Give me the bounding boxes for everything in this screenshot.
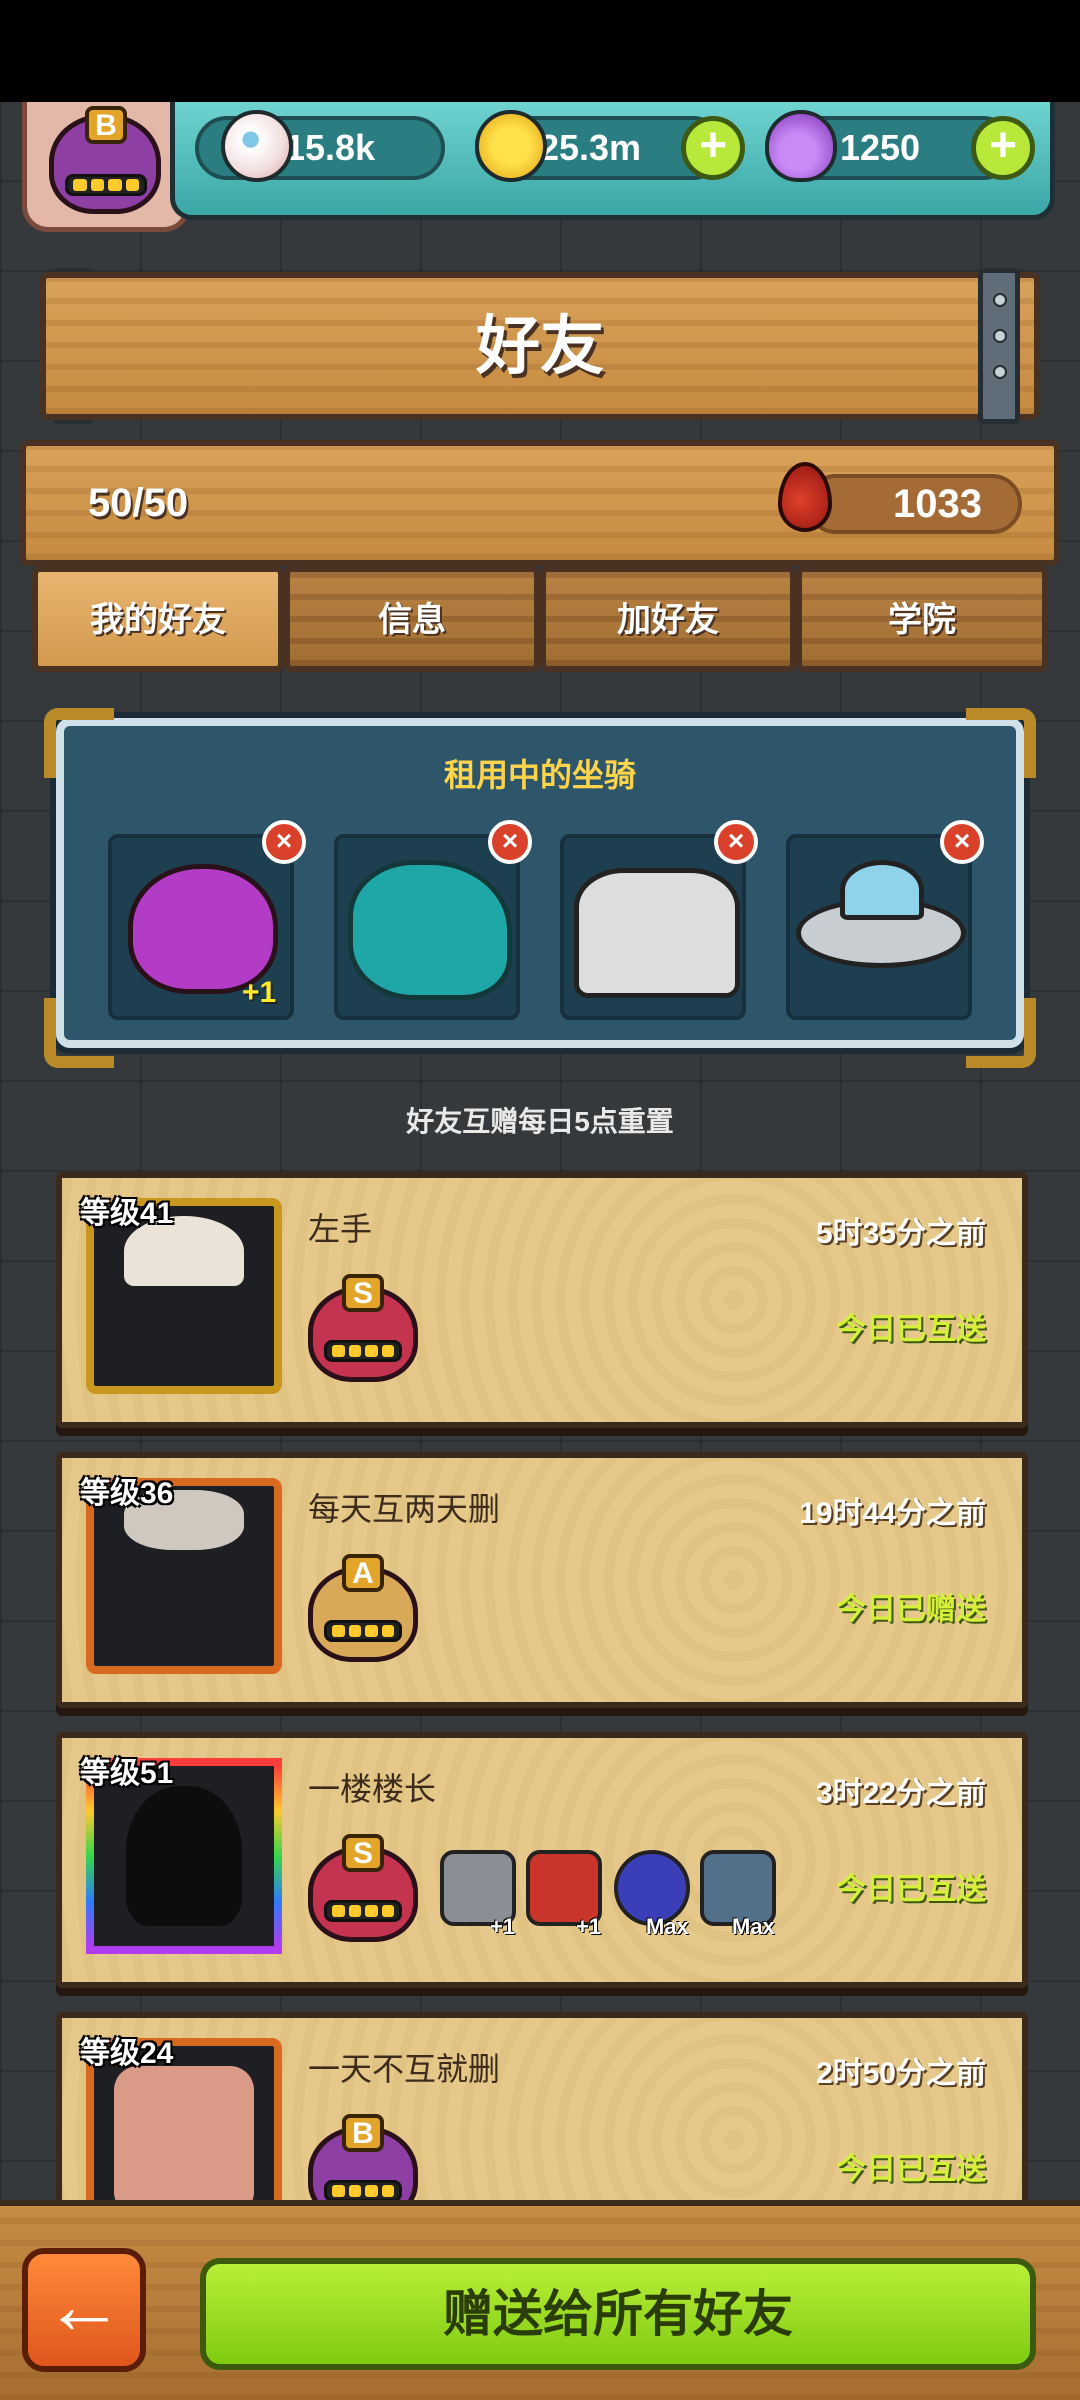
gift-status: 今日已互送	[836, 2153, 986, 2186]
tab-my-friends[interactable]: 我的好友	[32, 566, 284, 672]
remove-mount-2-button[interactable]: ×	[488, 820, 532, 864]
mount-slot-2[interactable]	[334, 834, 520, 1020]
status-bar	[0, 0, 1080, 102]
rank-letter: A	[342, 1554, 384, 1592]
friend-name: 一天不互就删	[308, 2051, 501, 2087]
rank-letter: S	[342, 1274, 384, 1312]
tab-academy[interactable]: 学院	[796, 566, 1048, 672]
player-rank-badge[interactable]: B	[22, 102, 190, 232]
teeth-icon	[324, 1900, 402, 1922]
gift-status: 今日已互送	[836, 1313, 986, 1346]
friend-last-seen: 19时44分之前	[799, 1497, 986, 1530]
black-monster-icon	[126, 1786, 242, 1926]
daily-reset-note: 好友互赠每日5点重置	[406, 1106, 674, 1137]
mount-bonus-label: +1	[576, 1914, 602, 1939]
gift-status: 今日已互送	[836, 1873, 986, 1906]
mount-max-label: Max	[732, 1914, 775, 1939]
add-coins-button[interactable]: +	[681, 116, 745, 180]
rank-badge: S	[308, 1828, 418, 1948]
coin-icon	[475, 110, 547, 182]
friend-level: 等级24	[80, 2037, 174, 2070]
friend-last-seen: 3时22分之前	[815, 1777, 986, 1810]
friend-name: 每天互两天删	[308, 1491, 501, 1527]
purple-monster-icon	[128, 864, 278, 994]
friend-level: 等级51	[80, 1757, 174, 1790]
friend-level: 等级36	[80, 1477, 174, 1510]
friend-name: 左手	[308, 1211, 373, 1247]
panel-corner	[966, 998, 1036, 1068]
friend-name: 一楼楼长	[308, 1771, 437, 1807]
rivet	[993, 365, 1007, 379]
rivet	[993, 329, 1007, 343]
teeth-icon	[324, 1340, 402, 1362]
friend-level: 等级41	[80, 1197, 174, 1230]
title-plank: 好友	[40, 272, 1040, 420]
friend-card[interactable]: 等级41 左手 5时35分之前 今日已互送 S	[56, 1172, 1028, 1428]
mount-slot-3[interactable]	[560, 834, 746, 1020]
satellite-tank-icon	[574, 868, 740, 998]
blood-drop-icon	[778, 462, 832, 532]
friend-last-seen: 5时35分之前	[815, 1217, 986, 1250]
remove-mount-4-button[interactable]: ×	[940, 820, 984, 864]
resource-bar: 15.8k 25.3m + 1250 +	[170, 102, 1055, 220]
tab-add-friend[interactable]: 加好友	[540, 566, 796, 672]
mount-slot-1[interactable]: +1	[108, 834, 294, 1020]
rented-mounts-title: 租用中的坐骑	[443, 757, 636, 793]
friend-card[interactable]: 等级36 每天互两天删 19时44分之前 今日已赠送 A	[56, 1452, 1028, 1708]
eyeball-icon	[221, 110, 293, 182]
gift-status: 今日已赠送	[836, 1593, 986, 1626]
mount-slot-4[interactable]	[786, 834, 972, 1020]
dragon-icon	[348, 860, 512, 1000]
patched-monster-icon	[114, 2066, 254, 2216]
add-potions-button[interactable]: +	[971, 116, 1035, 180]
teeth-icon	[324, 2180, 402, 2202]
rank-letter: B	[342, 2114, 384, 2152]
blood-count: 1033	[806, 474, 1022, 534]
rivet	[993, 293, 1007, 307]
ufo-dome-icon	[840, 860, 924, 920]
friend-capacity: 50/50	[88, 481, 189, 525]
rented-mounts-panel: 租用中的坐骑 +1 × × × ×	[56, 718, 1024, 1048]
back-button[interactable]: ←	[22, 2248, 146, 2372]
player-teeth-icon	[65, 174, 147, 196]
teeth-icon	[324, 1620, 402, 1642]
panel-corner	[966, 708, 1036, 778]
mount-bonus-label: +1	[490, 1914, 516, 1939]
panel-corner	[44, 998, 114, 1068]
remove-mount-3-button[interactable]: ×	[714, 820, 758, 864]
friend-card[interactable]: 等级51 一楼楼长 3时22分之前 今日已互送 S +1 +1 Max Max	[56, 1732, 1028, 1988]
mount-bonus-label: +1	[242, 976, 277, 1009]
gift-all-friends-button[interactable]: 赠送给所有好友	[200, 2258, 1036, 2370]
mount-max-label: Max	[646, 1914, 689, 1939]
friend-last-seen: 2时50分之前	[815, 2057, 986, 2090]
friend-info-bar: 50/50 1033	[20, 440, 1060, 566]
page-title: 好友	[476, 310, 604, 382]
panel-corner	[44, 708, 114, 778]
tab-messages[interactable]: 信息	[284, 566, 540, 672]
rank-badge: A	[308, 1548, 418, 1668]
rank-badge: S	[308, 1268, 418, 1388]
rank-letter: S	[342, 1834, 384, 1872]
right-bracket	[978, 268, 1020, 424]
potion-icon	[765, 110, 837, 182]
player-rank-letter: B	[85, 106, 127, 144]
remove-mount-1-button[interactable]: ×	[262, 820, 306, 864]
